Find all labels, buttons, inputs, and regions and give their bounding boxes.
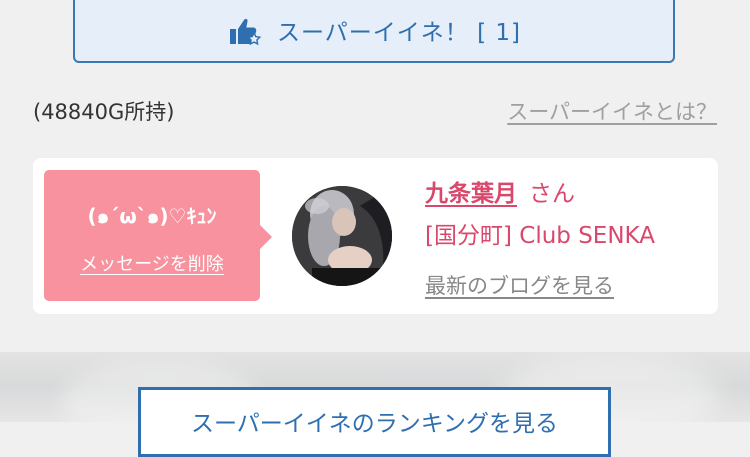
- ranking-button[interactable]: スーパーイイネのランキングを見る: [138, 387, 611, 457]
- message-bubble: (๑´ω`๑)♡ｷｭﾝ メッセージを削除: [44, 170, 272, 301]
- message-text: (๑´ω`๑)♡ｷｭﾝ: [87, 204, 217, 228]
- super-like-label: スーパーイイネ！ [ 1]: [277, 19, 521, 46]
- points-balance: (48840G所持): [33, 100, 175, 124]
- delete-message-link[interactable]: メッセージを削除: [44, 250, 260, 276]
- profile-name-link[interactable]: 九条葉月: [425, 181, 517, 207]
- about-super-like-link[interactable]: スーパーイイネとは？: [507, 96, 717, 126]
- message-card: (๑´ω`๑)♡ｷｭﾝ メッセージを削除 九条葉月 さん [国分町] Club S…: [33, 158, 718, 314]
- thumbs-up-star-icon: [227, 13, 263, 49]
- avatar[interactable]: [292, 186, 392, 286]
- shop-name: [国分町] Club SENKA: [425, 223, 655, 249]
- profile-name-row: 九条葉月 さん: [425, 174, 575, 208]
- super-like-button[interactable]: スーパーイイネ！ [ 1]: [73, 0, 675, 63]
- latest-blog-link[interactable]: 最新のブログを見る: [425, 270, 614, 300]
- honorific: さん: [529, 181, 575, 207]
